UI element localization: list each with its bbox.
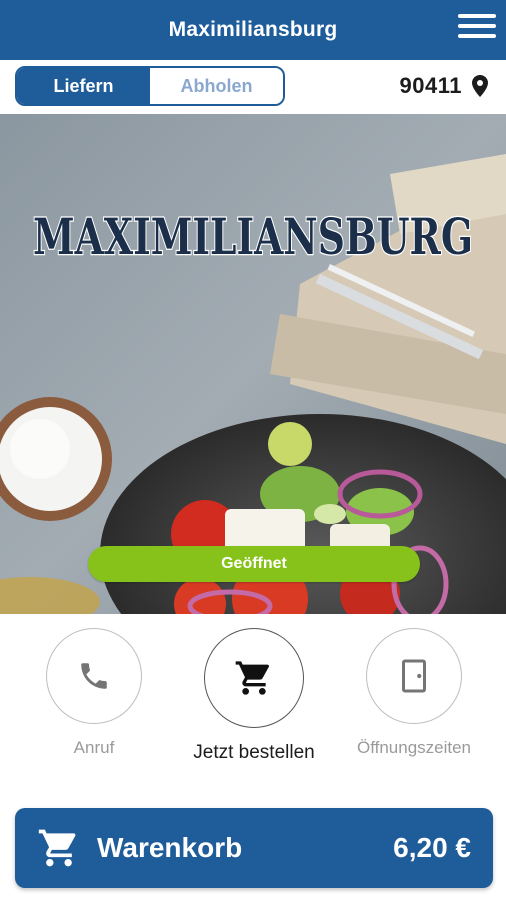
door-icon xyxy=(402,659,426,693)
opening-hours-label: Öffnungszeiten xyxy=(356,738,472,757)
call-button[interactable]: Anruf xyxy=(29,628,159,758)
cart-total: 6,20 € xyxy=(393,832,471,863)
hero-image: MAXIMILIANSBURG xyxy=(0,114,506,614)
order-now-label: Jetzt bestellen xyxy=(193,742,315,763)
order-now-button[interactable]: Jetzt bestellen xyxy=(189,628,319,764)
call-label: Anruf xyxy=(73,738,115,757)
page-title: Maximiliansburg xyxy=(168,18,338,41)
cart-icon xyxy=(235,661,269,695)
delivery-toggle: Liefern Abholen xyxy=(15,66,285,106)
cart-button[interactable]: Warenkorb 6,20 € xyxy=(15,808,493,888)
tab-liefern[interactable]: Liefern xyxy=(17,68,150,104)
location-pin-icon xyxy=(472,75,488,97)
hero-banner: MAXIMILIANSBURG Geöffnet xyxy=(0,114,506,614)
location-selector[interactable]: 90411 xyxy=(400,73,488,99)
order-mode-bar: Liefern Abholen 90411 xyxy=(0,60,506,114)
tab-abholen[interactable]: Abholen xyxy=(150,68,283,104)
cart-icon xyxy=(38,829,76,867)
hamburger-icon xyxy=(458,14,496,18)
app-header: Maximiliansburg xyxy=(0,0,506,60)
phone-icon xyxy=(81,663,107,689)
opening-hours-button[interactable]: Öffnungszeiten xyxy=(349,628,479,758)
cart-label: Warenkorb xyxy=(97,832,243,863)
menu-button[interactable] xyxy=(458,14,496,46)
zip-code: 90411 xyxy=(399,73,462,98)
status-badge: Geöffnet xyxy=(88,546,420,582)
hero-logo-text: MAXIMILIANSBURG xyxy=(33,207,473,266)
